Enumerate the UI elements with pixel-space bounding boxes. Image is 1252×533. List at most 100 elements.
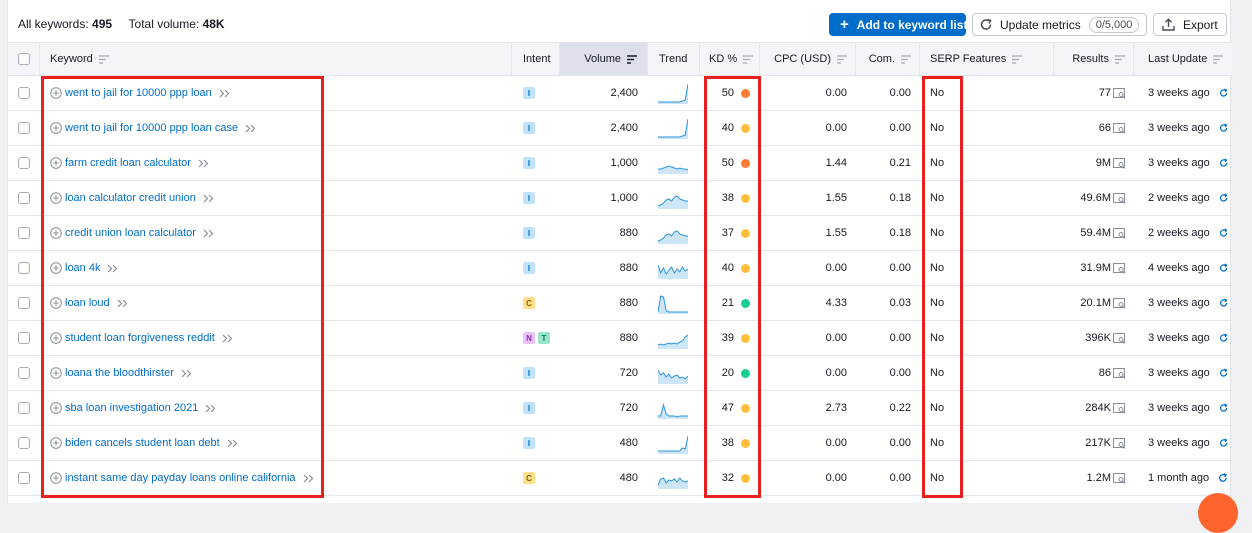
chevron-double-right-icon[interactable] <box>222 334 233 343</box>
help-chat-button[interactable] <box>1198 493 1238 533</box>
add-to-keyword-list-button[interactable]: + Add to keyword list <box>829 13 967 36</box>
refresh-icon[interactable] <box>1219 297 1228 309</box>
chevron-double-right-icon[interactable] <box>227 439 238 448</box>
col-volume[interactable]: Volume <box>560 43 648 75</box>
chevron-double-right-icon[interactable] <box>117 299 128 308</box>
chevron-double-right-icon[interactable] <box>205 404 216 413</box>
trend-sparkline <box>658 83 688 104</box>
keyword-link[interactable]: went to jail for 10000 ppp loan <box>65 87 212 99</box>
col-kd[interactable]: KD % <box>700 43 760 75</box>
keyword-link[interactable]: loan calculator credit union <box>65 192 196 204</box>
keyword-link[interactable]: student loan forgiveness reddit <box>65 332 215 344</box>
refresh-icon[interactable] <box>1219 157 1228 169</box>
com-cell: 0.00 <box>856 321 911 355</box>
refresh-icon[interactable] <box>1219 262 1228 274</box>
col-serp-features[interactable]: SERP Features <box>920 43 1054 75</box>
chevron-double-right-icon[interactable] <box>198 159 209 168</box>
add-circle-icon[interactable] <box>50 122 62 134</box>
refresh-icon[interactable] <box>1219 402 1228 414</box>
col-last-update[interactable]: Last Update <box>1134 43 1232 75</box>
add-circle-icon[interactable] <box>50 87 62 99</box>
chevron-double-right-icon[interactable] <box>107 264 118 273</box>
col-kd-label: KD % <box>709 53 738 65</box>
add-circle-icon[interactable] <box>50 192 62 204</box>
keyword-link[interactable]: credit union loan calculator <box>65 227 196 239</box>
keyword-link[interactable]: sba loan investigation 2021 <box>65 402 198 414</box>
keyword-link[interactable]: farm credit loan calculator <box>65 157 191 169</box>
serp-value: No <box>930 297 945 309</box>
col-cpc[interactable]: CPC (USD) <box>760 43 856 75</box>
col-keyword[interactable]: Keyword <box>40 43 512 75</box>
row-checkbox[interactable] <box>18 262 30 274</box>
serp-preview-icon[interactable] <box>1113 297 1126 309</box>
refresh-icon[interactable] <box>1219 332 1228 344</box>
row-checkbox[interactable] <box>18 367 30 379</box>
intent-badge-i: I <box>523 402 535 414</box>
add-circle-icon[interactable] <box>50 297 62 309</box>
serp-preview-icon[interactable] <box>1113 87 1126 99</box>
keyword-link[interactable]: instant same day payday loans online cal… <box>65 472 296 484</box>
update-metrics-button[interactable]: Update metrics 0/5,000 <box>972 13 1147 36</box>
col-com[interactable]: Com. <box>856 43 920 75</box>
col-intent[interactable]: Intent <box>512 43 560 75</box>
row-checkbox[interactable] <box>18 402 30 414</box>
add-circle-icon[interactable] <box>50 332 62 344</box>
keyword-link[interactable]: went to jail for 10000 ppp loan case <box>65 122 238 134</box>
keyword-link[interactable]: loan 4k <box>65 262 100 274</box>
export-button[interactable]: Export <box>1153 13 1227 36</box>
serp-preview-icon[interactable] <box>1113 262 1126 274</box>
serp-preview-icon[interactable] <box>1113 402 1126 414</box>
add-circle-icon[interactable] <box>50 367 62 379</box>
col-com-label: Com. <box>868 53 895 65</box>
refresh-icon[interactable] <box>1219 87 1228 99</box>
keyword-link[interactable]: loan loud <box>65 297 110 309</box>
add-circle-icon[interactable] <box>50 262 62 274</box>
refresh-icon[interactable] <box>1219 192 1228 204</box>
serp-preview-icon[interactable] <box>1113 472 1126 484</box>
chevron-double-right-icon[interactable] <box>245 124 256 133</box>
row-checkbox[interactable] <box>18 297 30 309</box>
chevron-double-right-icon[interactable] <box>203 194 214 203</box>
keyword-link[interactable]: loana the bloodthirster <box>65 367 174 379</box>
keyword-link[interactable]: biden cancels student loan debt <box>65 437 220 449</box>
refresh-icon[interactable] <box>1219 227 1228 239</box>
serp-preview-icon[interactable] <box>1113 157 1126 169</box>
keyword-cell: loan calculator credit union <box>50 181 490 215</box>
com-cell: 0.00 <box>856 461 911 495</box>
refresh-icon[interactable] <box>1219 122 1228 134</box>
row-checkbox[interactable] <box>18 437 30 449</box>
cpc-cell: 1.44 <box>760 146 847 180</box>
serp-preview-icon[interactable] <box>1113 332 1126 344</box>
row-checkbox[interactable] <box>18 332 30 344</box>
add-circle-icon[interactable] <box>50 472 62 484</box>
select-all-checkbox[interactable] <box>17 53 30 65</box>
row-checkbox[interactable] <box>18 122 30 134</box>
row-checkbox-cell <box>18 251 32 285</box>
serp-preview-icon[interactable] <box>1113 122 1126 134</box>
serp-preview-icon[interactable] <box>1113 192 1126 204</box>
serp-preview-icon[interactable] <box>1113 437 1126 449</box>
add-circle-icon[interactable] <box>50 437 62 449</box>
volume-cell: 720 <box>560 356 638 390</box>
row-checkbox[interactable] <box>18 227 30 239</box>
refresh-icon[interactable] <box>1218 472 1228 484</box>
serp-cell: No <box>930 426 960 460</box>
chevron-double-right-icon[interactable] <box>303 474 314 483</box>
refresh-icon[interactable] <box>1219 437 1228 449</box>
col-results[interactable]: Results <box>1054 43 1134 75</box>
row-checkbox[interactable] <box>18 157 30 169</box>
add-circle-icon[interactable] <box>50 402 62 414</box>
cpc-value: 0.00 <box>825 367 847 379</box>
row-checkbox[interactable] <box>18 192 30 204</box>
add-circle-icon[interactable] <box>50 227 62 239</box>
refresh-icon[interactable] <box>1219 367 1228 379</box>
last-update-cell: 3 weeks ago <box>1148 391 1228 425</box>
add-circle-icon[interactable] <box>50 157 62 169</box>
chevron-double-right-icon[interactable] <box>203 229 214 238</box>
chevron-double-right-icon[interactable] <box>219 89 230 98</box>
serp-preview-icon[interactable] <box>1113 227 1126 239</box>
chevron-double-right-icon[interactable] <box>181 369 192 378</box>
row-checkbox[interactable] <box>18 87 30 99</box>
serp-preview-icon[interactable] <box>1113 367 1126 379</box>
row-checkbox[interactable] <box>18 472 30 484</box>
